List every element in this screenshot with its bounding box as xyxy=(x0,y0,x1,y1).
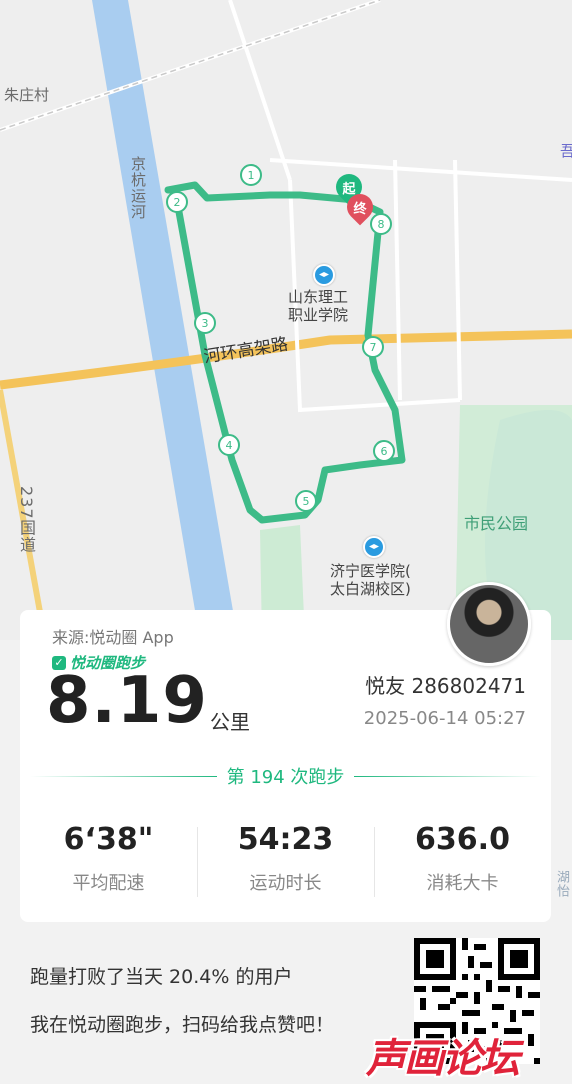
route-map: 朱庄村 京杭运河 237国道 河环高架路 市民公园 吾 湖怡 山东理工 职业学院… xyxy=(0,0,572,898)
km-marker-3: 3 xyxy=(194,312,216,334)
stat-pace: 6‘38" 平均配速 xyxy=(20,822,197,902)
rank-text: 跑量打败了当天 20.4% 的用户 xyxy=(30,966,293,988)
stat-pace-label: 平均配速 xyxy=(72,873,145,894)
svg-text:2: 2 xyxy=(174,196,181,209)
run-summary-card: 来源:悦动圈 App ✓ 悦动圈跑步 8.19 公里 悦友 286802471 … xyxy=(20,582,551,922)
stat-duration-label: 运动时长 xyxy=(249,873,322,894)
km-marker-4: 4 xyxy=(218,434,240,456)
share-text: 我在悦动圈跑步，扫码给我点赞吧！ xyxy=(30,1014,335,1036)
svg-text:6: 6 xyxy=(381,445,388,458)
stat-calories-value: 636.0 xyxy=(415,822,510,857)
svg-text:1: 1 xyxy=(248,169,255,182)
km-marker-8: 8 xyxy=(370,213,392,235)
km-marker-1: 1 xyxy=(240,164,262,186)
source-label: 来源:悦动圈 App xyxy=(52,628,174,647)
stats-row: 6‘38" 平均配速 54:23 运动时长 636.0 消耗大卡 xyxy=(20,822,551,902)
distance-unit: 公里 xyxy=(210,710,250,734)
stat-pace-value: 6‘38" xyxy=(63,822,154,857)
stat-calories-label: 消耗大卡 xyxy=(426,873,499,894)
stat-calories: 636.0 消耗大卡 xyxy=(374,822,551,902)
run-count: 第 194 次跑步 xyxy=(226,767,345,788)
run-count-divider: 第 194 次跑步 xyxy=(30,766,541,788)
km-marker-6: 6 xyxy=(373,440,395,462)
map-label-edge-right: 湖怡 xyxy=(554,870,569,898)
distance-value: 8.19 xyxy=(46,664,208,738)
run-datetime: 2025-06-14 05:27 xyxy=(363,708,526,729)
km-markers: 1 2 3 4 5 6 7 8 xyxy=(166,164,395,512)
divider-line-right xyxy=(354,775,541,777)
km-marker-7: 7 xyxy=(362,336,384,358)
svg-text:7: 7 xyxy=(370,341,377,354)
stat-duration-value: 54:23 xyxy=(237,822,334,857)
svg-text:8: 8 xyxy=(378,218,385,231)
km-marker-5: 5 xyxy=(295,490,317,512)
avatar[interactable] xyxy=(447,582,531,666)
km-marker-2: 2 xyxy=(166,191,188,213)
stat-duration: 54:23 运动时长 xyxy=(197,822,374,902)
svg-text:5: 5 xyxy=(303,495,310,508)
user-id: 悦友 286802471 xyxy=(365,674,526,698)
watermark-logo: 声画论坛 xyxy=(366,1036,520,1082)
divider-line-left xyxy=(30,775,217,777)
svg-text:4: 4 xyxy=(226,439,233,452)
svg-text:3: 3 xyxy=(202,317,209,330)
